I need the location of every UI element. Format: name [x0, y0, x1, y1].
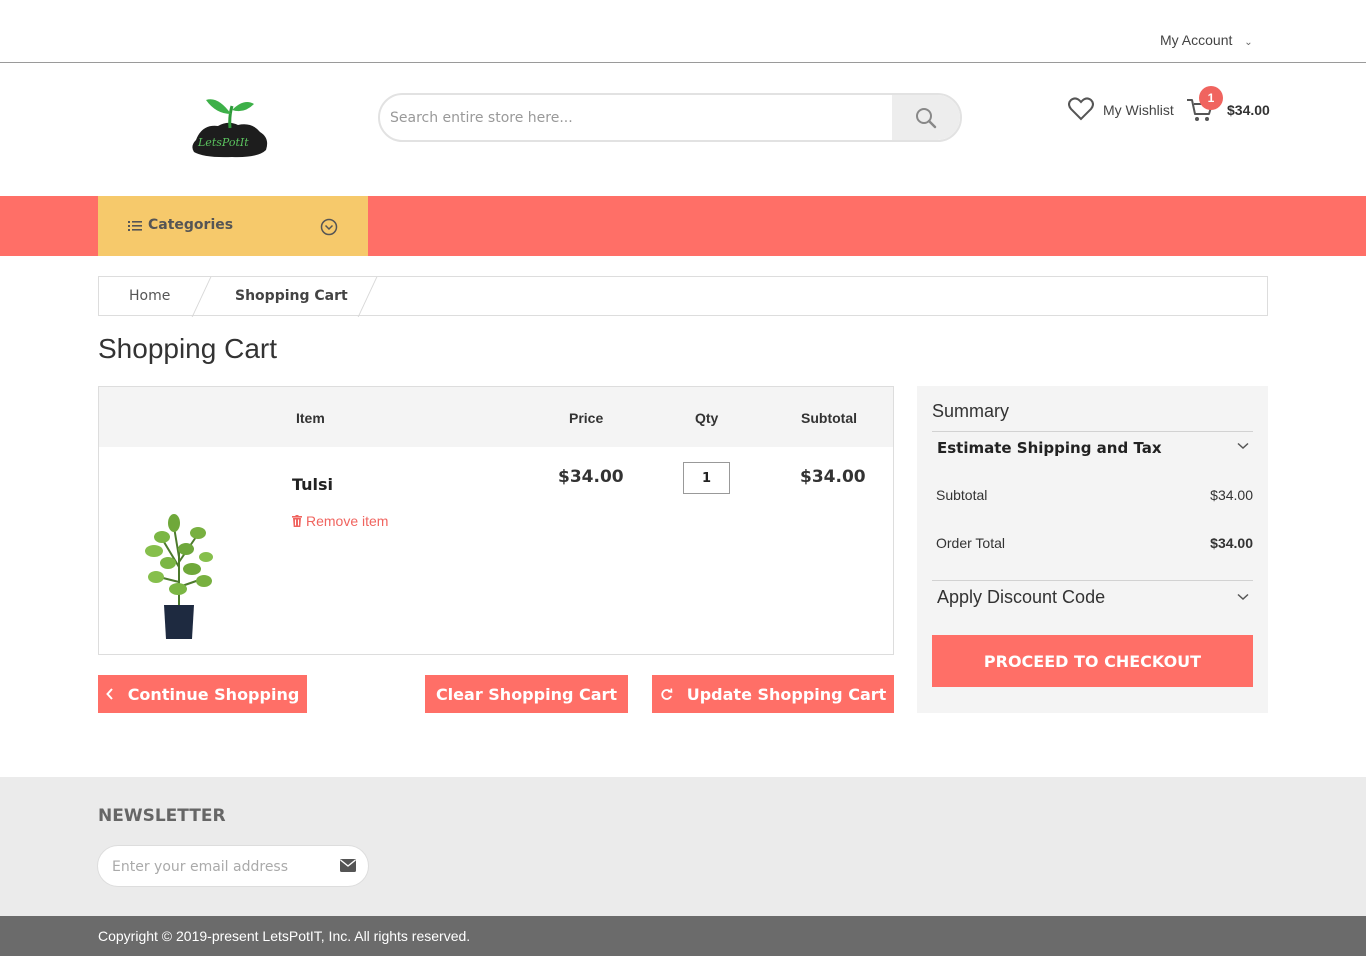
breadcrumb: Home Shopping Cart [98, 276, 1268, 317]
column-header-subtotal: Subtotal [801, 410, 857, 426]
chevron-down-icon[interactable] [1237, 442, 1249, 450]
remove-item-label: Remove item [306, 513, 389, 529]
copyright-bar: Copyright © 2019-present LetsPotIT, Inc.… [0, 916, 1366, 956]
update-cart-button[interactable]: Update Shopping Cart [652, 675, 894, 713]
categories-label: Categories [148, 217, 234, 233]
product-name[interactable]: Tulsi [292, 475, 333, 494]
search-icon [916, 107, 937, 128]
search-input[interactable] [380, 95, 894, 140]
divider [932, 580, 1253, 581]
order-total-value: $34.00 [1210, 535, 1253, 551]
continue-shopping-button[interactable]: Continue Shopping [98, 675, 307, 713]
newsletter-form [98, 846, 368, 886]
my-account-label: My Account [1160, 32, 1233, 48]
my-account-menu[interactable]: My Account ⌄ [1160, 32, 1253, 48]
estimate-shipping-toggle[interactable]: Estimate Shipping and Tax [937, 439, 1162, 457]
breadcrumb-separator [191, 277, 212, 317]
clear-cart-button[interactable]: Clear Shopping Cart [425, 675, 628, 713]
logo-text: LetsPotIt [197, 136, 249, 149]
site-logo[interactable]: LetsPotIt [188, 92, 272, 162]
copyright-text: Copyright © 2019-present LetsPotIT, Inc.… [98, 928, 471, 944]
chevron-circle-down-icon [320, 218, 338, 236]
cart-count-badge: 1 [1199, 86, 1223, 110]
summary-subtotal-value: $34.00 [1210, 487, 1253, 503]
heart-icon [1068, 97, 1094, 121]
breadcrumb-separator [357, 277, 378, 317]
checkout-label: PROCEED TO CHECKOUT [983, 651, 1202, 671]
wishlist-label[interactable]: My Wishlist [1103, 102, 1174, 118]
search-button[interactable] [892, 95, 960, 140]
cart-table: Item Price Qty Subtotal Tulsi Remove ite… [98, 386, 894, 655]
product-price: $34.00 [558, 467, 624, 487]
trash-icon [292, 515, 302, 527]
breadcrumb-current: Shopping Cart [235, 288, 348, 304]
product-image[interactable] [134, 507, 224, 642]
apply-discount-toggle[interactable]: Apply Discount Code [937, 587, 1105, 608]
quantity-input[interactable] [683, 462, 730, 494]
summary-subtotal-row: Subtotal $34.00 [936, 487, 1253, 503]
refresh-icon [661, 688, 673, 700]
chevron-down-icon: ⌄ [1244, 37, 1253, 48]
divider [932, 431, 1253, 432]
column-header-qty: Qty [695, 410, 719, 426]
column-header-price: Price [569, 410, 604, 426]
list-icon [128, 221, 142, 231]
cart-total[interactable]: $34.00 [1227, 102, 1270, 118]
proceed-to-checkout-button[interactable]: PROCEED TO CHECKOUT [932, 635, 1253, 687]
remove-item-link[interactable]: Remove item [292, 513, 388, 529]
envelope-icon[interactable] [340, 859, 356, 872]
cart-table-header: Item Price Qty Subtotal [99, 387, 893, 447]
order-summary: Summary Estimate Shipping and Tax Subtot… [917, 386, 1268, 713]
categories-menu[interactable]: Categories [98, 196, 368, 256]
wishlist-link[interactable] [1068, 97, 1094, 126]
order-total-label: Order Total [936, 535, 1005, 551]
breadcrumb-home[interactable]: Home [129, 288, 170, 304]
search-box [378, 93, 962, 142]
continue-shopping-label: Continue Shopping [127, 684, 300, 704]
product-subtotal: $34.00 [800, 467, 866, 487]
newsletter-email-input[interactable] [110, 848, 324, 886]
update-cart-label: Update Shopping Cart [686, 684, 887, 704]
summary-order-total-row: Order Total $34.00 [936, 535, 1253, 551]
column-header-item: Item [296, 410, 325, 426]
newsletter-title: NEWSLETTER [98, 806, 226, 826]
summary-subtotal-label: Subtotal [936, 487, 988, 503]
summary-title: Summary [932, 401, 1010, 421]
chevron-down-icon[interactable] [1237, 593, 1249, 601]
clear-cart-label: Clear Shopping Cart [435, 684, 618, 704]
chevron-left-icon [105, 688, 113, 700]
page-title: Shopping Cart [98, 333, 278, 364]
